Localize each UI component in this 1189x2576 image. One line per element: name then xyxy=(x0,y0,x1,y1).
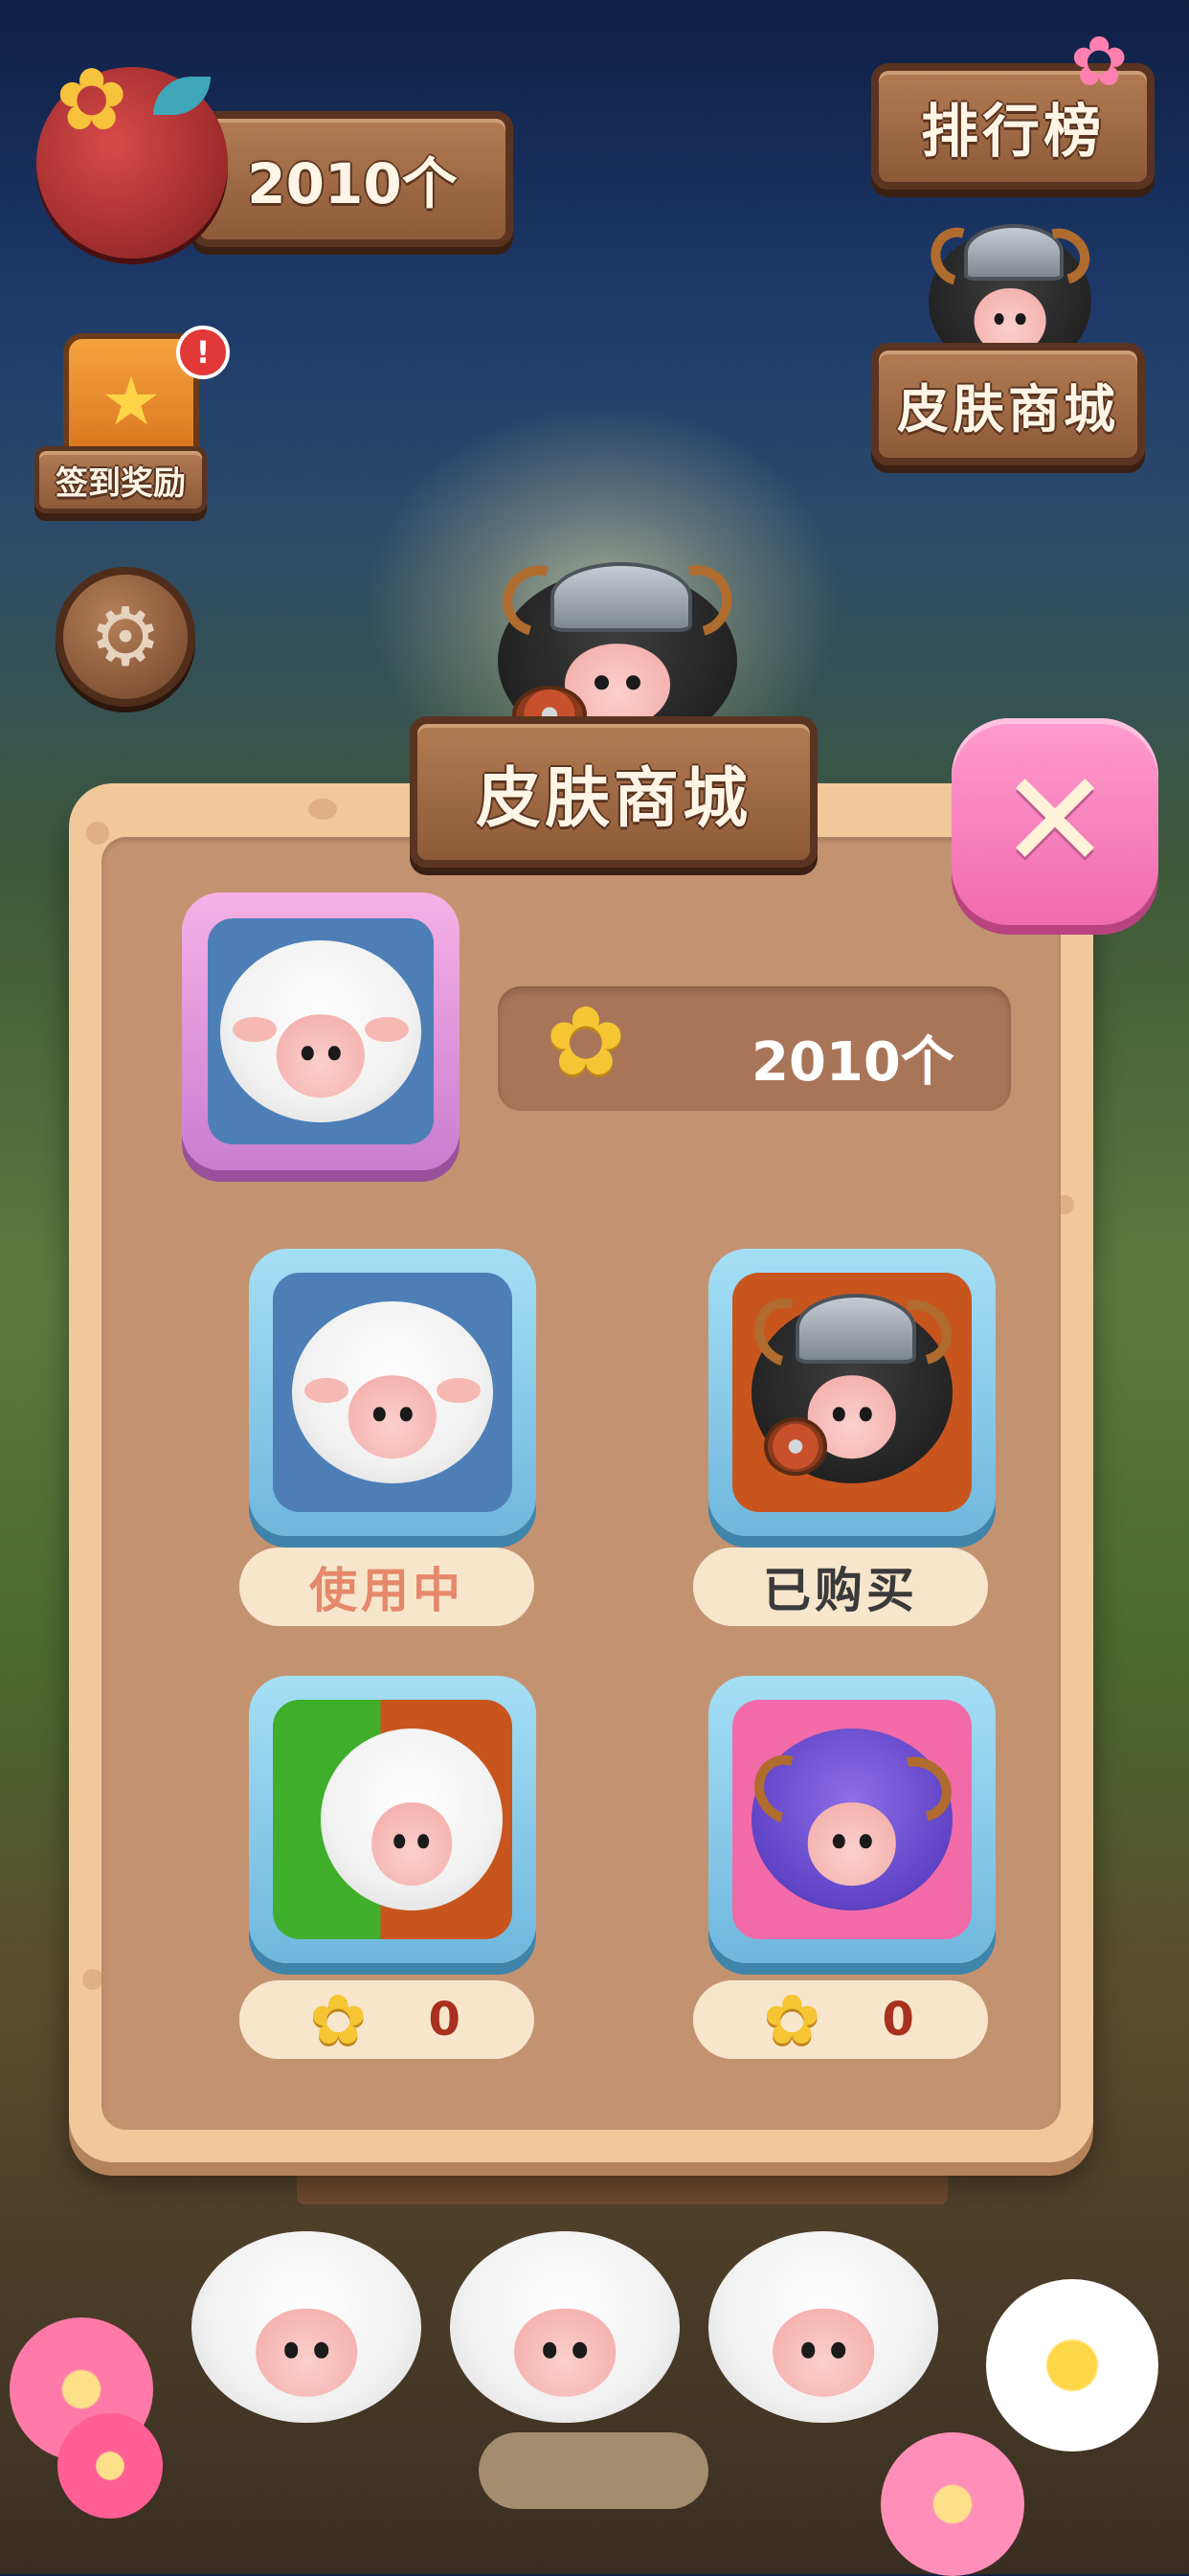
leaf-decoration xyxy=(153,77,211,115)
currency-amount: 2010个 xyxy=(247,151,458,216)
checkin-reward-button[interactable]: ★ ! 签到奖励 xyxy=(34,326,230,527)
skin-status-in-use: 使用中 xyxy=(239,1548,534,1626)
skin-card-classic[interactable] xyxy=(249,1249,536,1536)
gear-icon: ⚙ xyxy=(89,590,162,684)
skin-price-turtle[interactable]: ✿ 0 xyxy=(239,1980,534,2059)
ground-sheep-right xyxy=(708,2231,938,2423)
settings-button[interactable]: ⚙ xyxy=(56,567,195,707)
stepping-stone xyxy=(479,2432,708,2509)
flower-icon: ✿ xyxy=(56,50,128,150)
flower-decoration-icon: ✿ xyxy=(1070,21,1129,102)
viking-sheep-icon xyxy=(742,1286,963,1483)
skin-price-ram[interactable]: ✿ 0 xyxy=(693,1980,988,2059)
skin-shop-label: 皮肤商城 xyxy=(871,343,1145,465)
flower-currency-icon: ✿ xyxy=(309,1979,371,2060)
pink-flower xyxy=(57,2413,163,2519)
skin-status-owned[interactable]: 已购买 xyxy=(693,1548,988,1626)
skin-card-ram[interactable] xyxy=(708,1676,996,1963)
ground-sheep-middle xyxy=(450,2231,680,2423)
classic-sheep-icon xyxy=(220,940,421,1122)
checkin-label: 签到奖励 xyxy=(34,446,207,513)
close-button[interactable]: ✕ xyxy=(952,718,1158,925)
classic-sheep-icon xyxy=(292,1301,493,1483)
skin-card-viking[interactable] xyxy=(708,1249,996,1536)
fence xyxy=(297,2166,948,2204)
close-icon: ✕ xyxy=(998,743,1111,899)
star-icon: ★ xyxy=(101,362,162,441)
white-flower xyxy=(986,2279,1158,2452)
skin-shop-button[interactable]: 皮肤商城 xyxy=(871,216,1149,479)
ram-sheep-icon xyxy=(742,1729,963,1910)
turtle-sheep-icon xyxy=(321,1729,503,1910)
modal-title: 皮肤商城 xyxy=(410,716,818,868)
skin-card-turtle[interactable] xyxy=(249,1676,536,1963)
flower-bag-icon: ✿ xyxy=(36,57,228,259)
pink-flower xyxy=(881,2432,1024,2576)
balance-display: ✿ 2010个 xyxy=(498,986,1011,1111)
notification-badge: ! xyxy=(176,326,230,379)
flower-currency-icon: ✿ xyxy=(763,1979,825,2060)
flower-currency-icon: ✿ xyxy=(546,985,626,1097)
ground-sheep-left xyxy=(191,2231,421,2423)
current-skin-avatar xyxy=(182,893,460,1170)
currency-display: 2010个 xyxy=(191,111,513,247)
balance-amount: 2010个 xyxy=(752,1031,954,1094)
